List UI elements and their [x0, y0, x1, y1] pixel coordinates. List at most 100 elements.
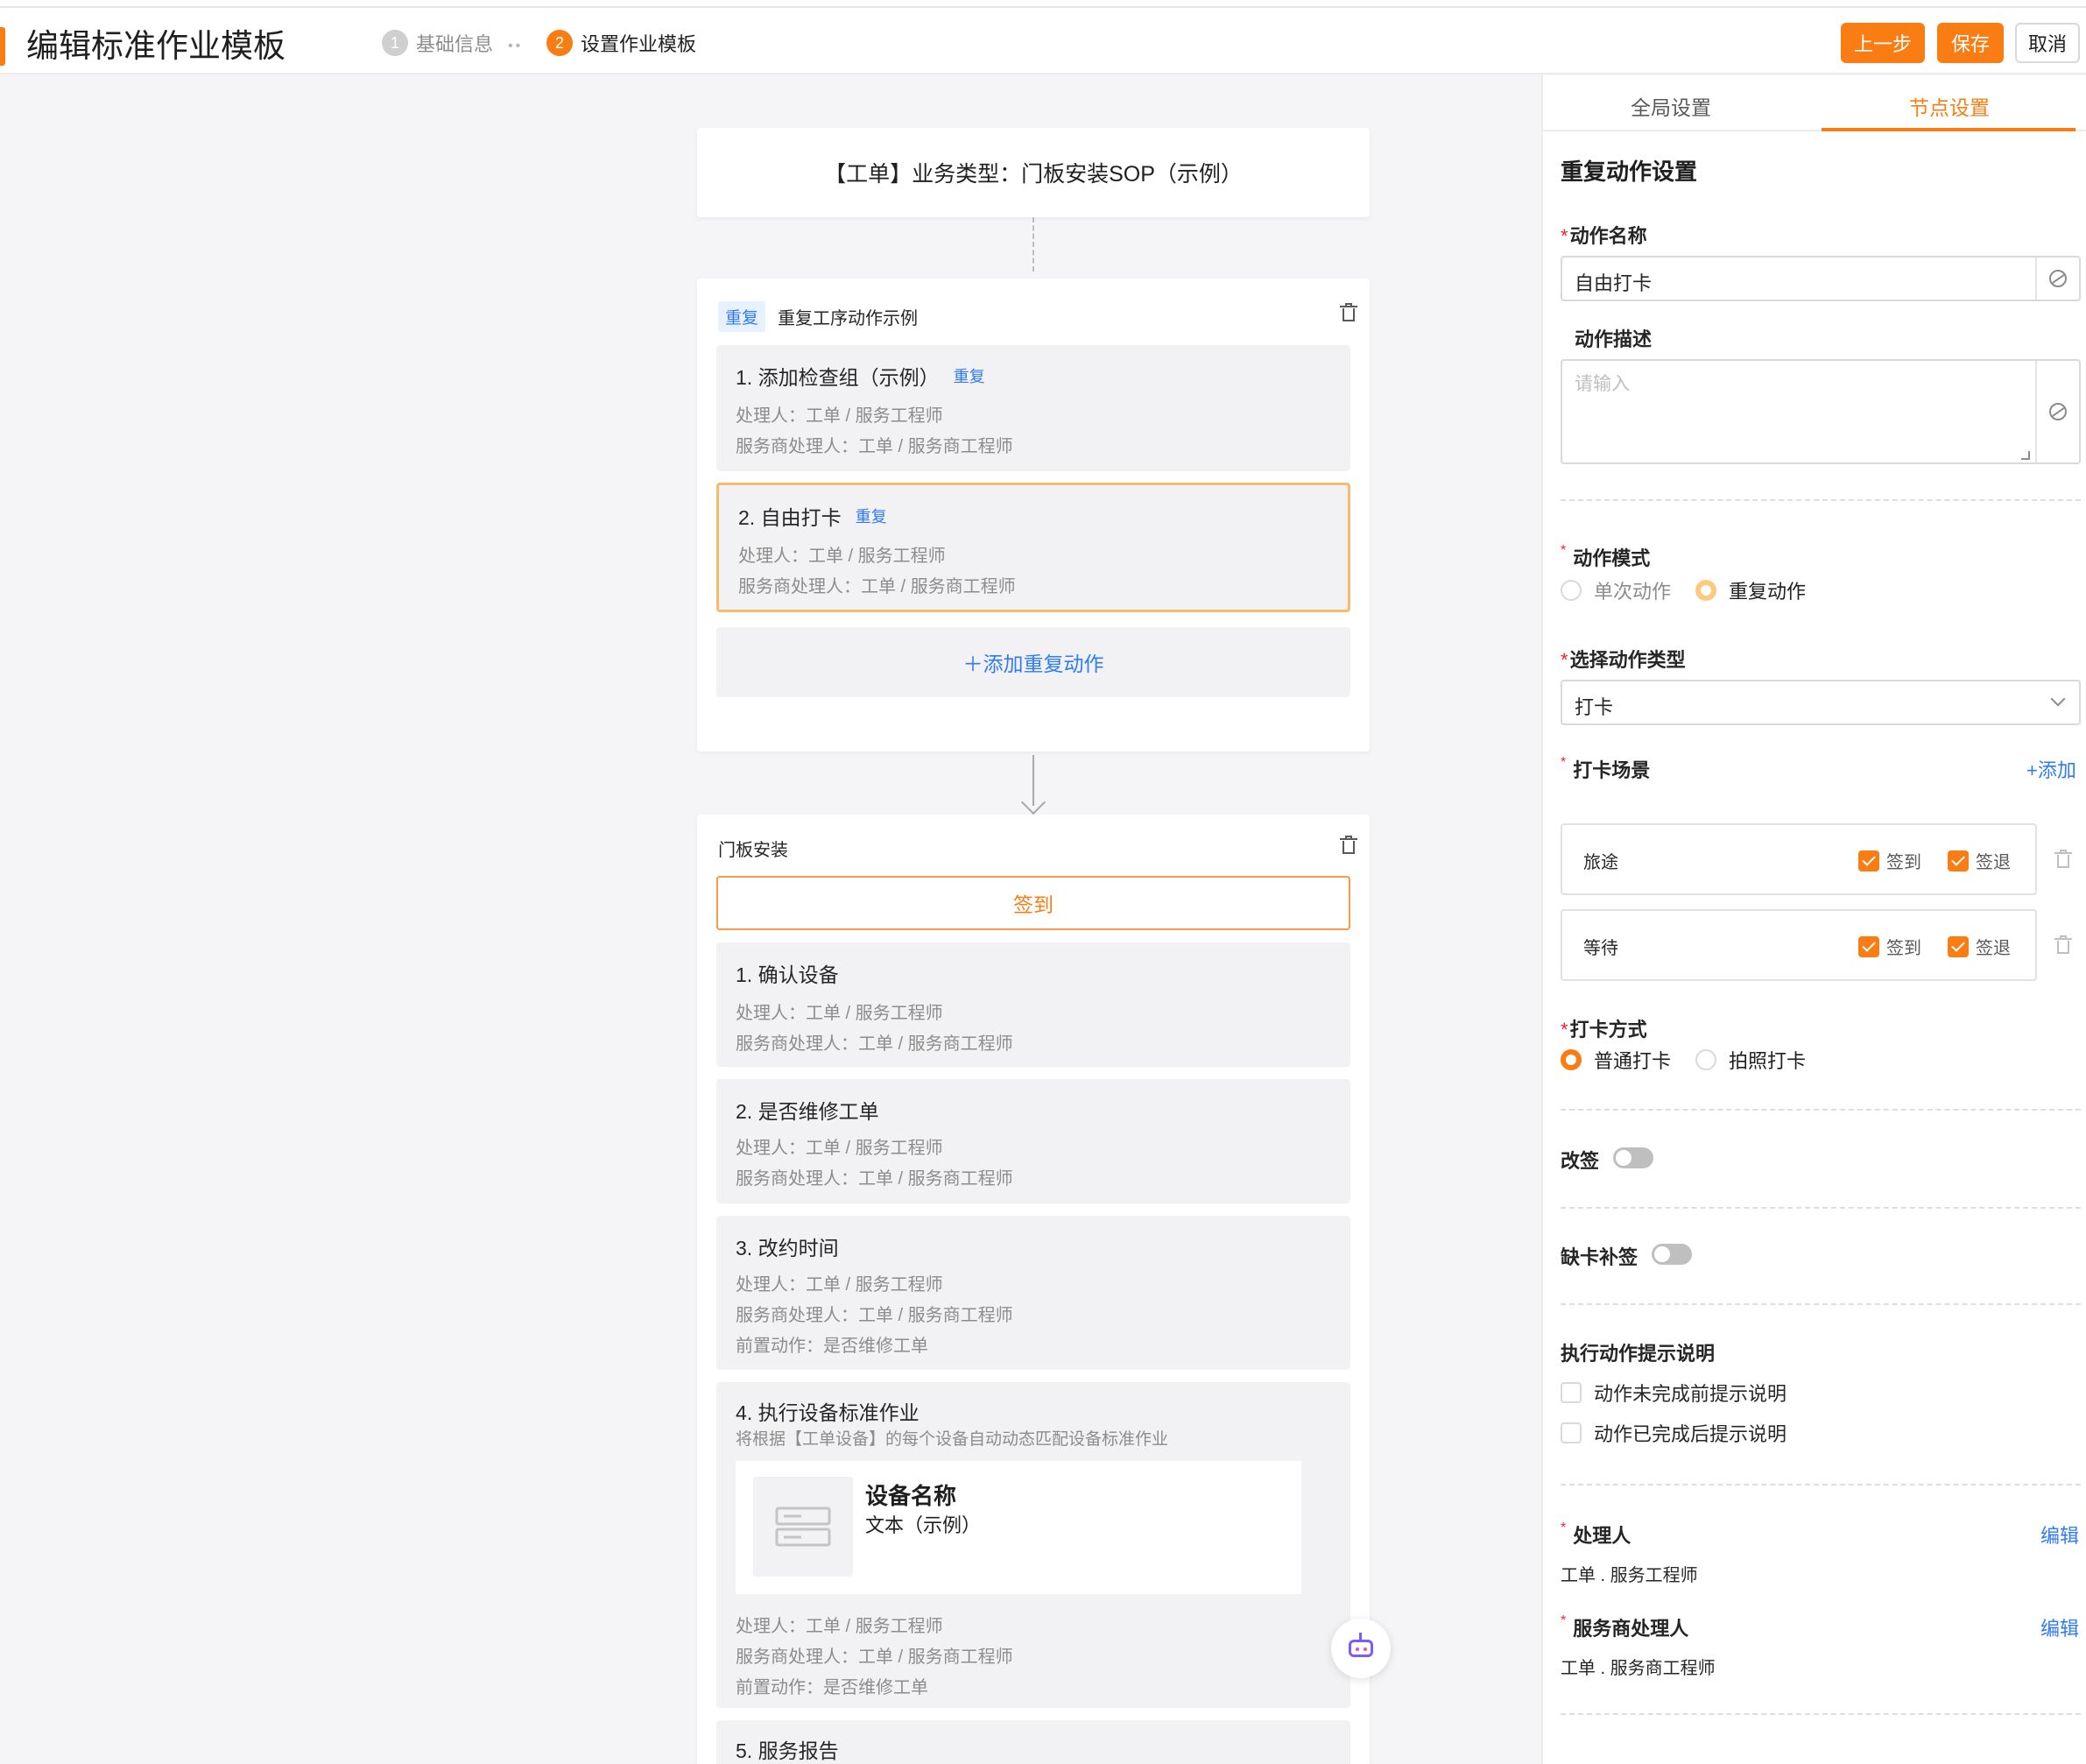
action-card[interactable]: 2. 是否维修工单 处理人：工单 / 服务工程师 服务商处理人：工单 / 服务商… [716, 1079, 1350, 1203]
translate-button[interactable] [2035, 258, 2079, 300]
handler-label: * 处理人 [1561, 1521, 1631, 1547]
divider [1561, 1207, 2081, 1209]
label-text: 服务商处理人 [1573, 1618, 1689, 1640]
action-provider-handler: 服务商处理人：工单 / 服务商工程师 [736, 1169, 1013, 1189]
action-provider-handler: 服务商处理人：工单 / 服务商工程师 [736, 1648, 1013, 1667]
action-title: 1. 确认设备 [736, 963, 839, 986]
label-text: 打卡方式 [1569, 1019, 1647, 1041]
checkbox-unchecked[interactable] [1561, 1422, 1582, 1443]
device-name: 设备名称 [865, 1483, 957, 1509]
page-title: 编辑标准作业模板 [26, 28, 285, 64]
repeat-group-card[interactable]: 重复 重复工序动作示例 1. 添加检查组（示例） 重复 处理人：工单 / 服务工… [697, 279, 1370, 751]
delete-group-icon[interactable] [1340, 303, 1357, 322]
action-name-label: *动作名称 [1561, 225, 1647, 247]
makeup-toggle[interactable] [1652, 1244, 1692, 1265]
checkbox-checked[interactable] [1858, 935, 1879, 957]
tab-global-settings[interactable]: 全局设置 [1631, 91, 1711, 121]
save-button[interactable]: 保存 [1937, 23, 2004, 63]
checkbox-label: 签到 [1886, 853, 1921, 872]
label-text: 选择动作类型 [1569, 649, 1686, 671]
delete-group-icon[interactable] [1340, 836, 1357, 855]
action-card[interactable]: 4. 执行设备标准作业 将根据【工单设备】的每个设备自动动态匹配设备标准作业 设… [716, 1382, 1350, 1708]
globe-icon [2049, 403, 2067, 420]
action-card[interactable]: 3. 改约时间 处理人：工单 / 服务工程师 服务商处理人：工单 / 服务商工程… [716, 1216, 1350, 1370]
step-template[interactable]: 2 设置作业模板 [546, 29, 696, 57]
action-handler: 处理人：工单 / 服务工程师 [736, 406, 943, 426]
radio-normal[interactable] [1561, 1049, 1582, 1070]
makeup-label: 缺卡补签 [1561, 1246, 1638, 1268]
action-handler: 处理人：工单 / 服务工程师 [736, 1139, 943, 1158]
checkbox-label: 动作未完成前提示说明 [1594, 1383, 1787, 1405]
cancel-button[interactable]: 取消 [2015, 23, 2080, 63]
radio-repeat[interactable] [1695, 580, 1717, 601]
step-number: 1 [382, 30, 408, 56]
action-card[interactable]: 1. 添加检查组（示例） 重复 处理人：工单 / 服务工程师 服务商处理人：工单… [716, 345, 1350, 471]
radio-single[interactable] [1561, 580, 1582, 601]
action-desc-label: 动作描述 [1575, 328, 1653, 350]
resign-label: 改签 [1561, 1150, 1600, 1172]
checkin-checkbox[interactable]: 签到 [1858, 848, 1921, 873]
assistant-robot-button[interactable] [1331, 1619, 1391, 1678]
radio-label[interactable]: 拍照打卡 [1729, 1046, 1806, 1074]
radio-photo[interactable] [1695, 1049, 1717, 1070]
checkbox-unchecked[interactable] [1561, 1382, 1582, 1403]
checkin-method-radio-group: 普通打卡 拍照打卡 [1561, 1046, 1830, 1074]
checkout-checkbox[interactable]: 签退 [1948, 848, 2011, 873]
scene-name: 等待 [1583, 939, 1618, 958]
tip-after-checkbox[interactable]: 动作已完成后提示说明 [1561, 1419, 1786, 1447]
edit-handler-link[interactable]: 编辑 [2040, 1521, 2079, 1549]
checkbox-checked[interactable] [1858, 850, 1879, 871]
checkbox-checked[interactable] [1948, 935, 1969, 957]
checkin-checkbox[interactable]: 签到 [1858, 934, 1921, 959]
business-type-card[interactable]: 【工单】业务类型：门板安装SOP（示例） [697, 128, 1370, 217]
action-card[interactable]: 1. 确认设备 处理人：工单 / 服务工程师 服务商处理人：工单 / 服务商工程… [716, 942, 1350, 1067]
radio-label[interactable]: 重复动作 [1729, 576, 1806, 604]
tip-before-checkbox[interactable]: 动作未完成前提示说明 [1561, 1379, 1786, 1407]
action-card[interactable]: 5. 服务报告 [716, 1720, 1350, 1764]
resize-handle-icon[interactable] [2021, 451, 2030, 460]
action-provider-handler: 服务商处理人：工单 / 服务商工程师 [736, 437, 1013, 456]
checkbox-checked[interactable] [1948, 850, 1969, 871]
divider [1561, 1303, 2081, 1305]
step-basic-info[interactable]: 1 基础信息 [382, 29, 493, 57]
connector-dashed [1032, 217, 1034, 272]
label-text: 打卡场景 [1573, 759, 1651, 781]
label-text: 处理人 [1573, 1525, 1631, 1547]
provider-handler-label: * 服务商处理人 [1561, 1613, 1689, 1640]
add-repeat-action-button[interactable]: ＋添加重复动作 [716, 627, 1350, 697]
checkin-node-button[interactable]: 签到 [716, 876, 1350, 930]
install-group-card[interactable]: 门板安装 签到 1. 确认设备 处理人：工单 / 服务工程师 服务商处理人：工单… [697, 815, 1370, 1764]
delete-scene-icon[interactable] [2054, 850, 2072, 869]
action-card-selected[interactable]: 2. 自由打卡 重复 处理人：工单 / 服务工程师 服务商处理人：工单 / 服务… [716, 483, 1350, 612]
checkin-scene-label: * 打卡场景 [1561, 755, 1651, 781]
divider [1561, 499, 2081, 501]
scene-row: 旅途 签到 签退 [1561, 823, 2037, 895]
device-preview: 设备名称 文本（示例） [736, 1461, 1301, 1594]
action-handler: 处理人：工单 / 服务工程师 [736, 1275, 943, 1295]
action-desc: 将根据【工单设备】的每个设备自动动态匹配设备标准作业 [736, 1430, 1169, 1449]
checkbox-label: 动作已完成后提示说明 [1594, 1423, 1787, 1445]
delete-scene-icon[interactable] [2054, 935, 2072, 955]
edit-provider-handler-link[interactable]: 编辑 [2040, 1613, 2079, 1641]
radio-label[interactable]: 普通打卡 [1594, 1046, 1671, 1074]
prev-step-button[interactable]: 上一步 [1841, 23, 1925, 63]
checkin-method-label: *打卡方式 [1561, 1019, 1647, 1041]
radio-label[interactable]: 单次动作 [1594, 576, 1671, 604]
handler-value: 工单 . 服务工程师 [1561, 1566, 1698, 1585]
resign-toggle[interactable] [1613, 1147, 1653, 1168]
label-text: 动作名称 [1569, 225, 1647, 247]
translate-button[interactable] [2035, 361, 2079, 462]
action-handler: 处理人：工单 / 服务工程师 [736, 1617, 943, 1636]
action-title: 2. 自由打卡 [738, 506, 842, 529]
checkout-checkbox[interactable]: 签退 [1948, 934, 2011, 959]
action-desc-textarea[interactable]: 请输入 [1561, 359, 2081, 464]
tips-label: 执行动作提示说明 [1561, 1343, 1716, 1365]
add-scene-link[interactable]: +添加 [2026, 755, 2076, 783]
action-name-input[interactable]: 自由打卡 [1561, 256, 2081, 301]
title-accent-bar [0, 27, 5, 66]
action-type-select[interactable]: 打卡 [1561, 680, 2081, 725]
provider-handler-value: 工单 . 服务商工程师 [1561, 1659, 1716, 1678]
repeat-tag: 重复 [953, 368, 985, 385]
tab-node-settings[interactable]: 节点设置 [1909, 91, 1990, 121]
section-title: 重复动作设置 [1561, 159, 1698, 185]
